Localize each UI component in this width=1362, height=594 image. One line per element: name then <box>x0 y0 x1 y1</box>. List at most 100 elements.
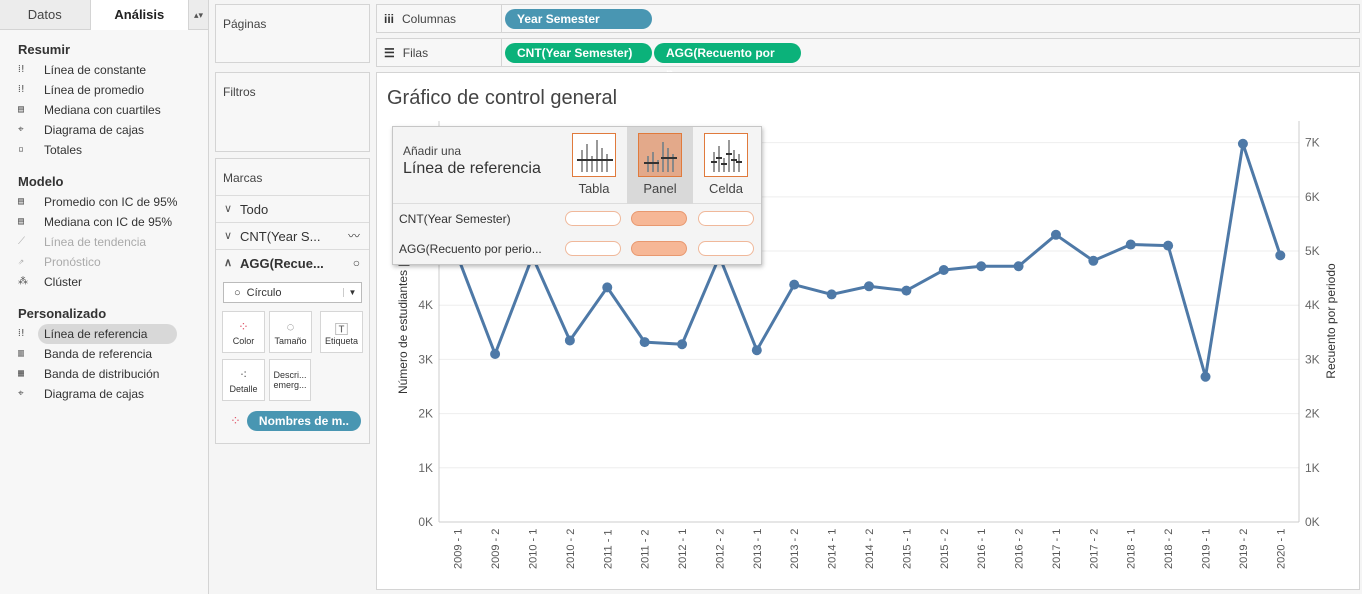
y-tick-left: 3K <box>418 352 433 366</box>
average-line-icon: ⁞! <box>18 84 26 95</box>
tooltip-button-label: Descri... emerg... <box>273 370 307 390</box>
data-point[interactable] <box>938 265 949 276</box>
x-tick-label: 2014 - 1 <box>827 529 839 569</box>
data-point[interactable] <box>602 282 613 293</box>
x-tick-label: 2019 - 1 <box>1201 529 1213 569</box>
median-ci-icon: ▤ <box>18 216 24 227</box>
agg-recuento-pill[interactable]: AGG(Recuento por p.. <box>654 42 801 80</box>
modelo-item-3[interactable]: ⇗ Pronóstico <box>0 252 208 272</box>
reference-line-prompt: Añadir una Línea de referencia <box>403 144 541 178</box>
drop-target-table-agg[interactable] <box>565 241 621 256</box>
modelo-item-1[interactable]: ▤ Mediana con IC de 95% <box>0 212 208 232</box>
resumir-item-0[interactable]: ⁞! Línea de constante <box>0 60 208 80</box>
modelo-item-2[interactable]: ⟋ Línea de tendencia <box>0 232 208 252</box>
drop-target-cell-agg[interactable] <box>698 241 754 256</box>
modelo-item-label: Mediana con IC de 95% <box>44 215 173 229</box>
data-point[interactable] <box>677 339 688 350</box>
data-point[interactable] <box>789 279 800 290</box>
data-point[interactable] <box>1275 250 1286 261</box>
scope-table-option[interactable]: Tabla <box>561 127 627 204</box>
option-cell-label: Celda <box>709 181 743 196</box>
marks-cnt-row[interactable]: ∨ CNT(Year S... 〰 <box>216 222 369 249</box>
resumir-item-3[interactable]: ⌖ Diagrama de cajas <box>0 120 208 140</box>
data-point[interactable] <box>864 281 874 292</box>
data-point[interactable] <box>564 335 575 346</box>
rows-shelf[interactable]: ☰ Filas CNT(Year Semester) AGG(Recuento … <box>376 38 1360 80</box>
label-button[interactable]: 🅃 Etiqueta <box>320 311 363 353</box>
resumir-item-label: Diagrama de cajas <box>44 123 145 137</box>
data-point[interactable] <box>976 261 987 272</box>
mark-type-value: Círculo <box>246 286 282 299</box>
filters-card[interactable]: Filtros <box>215 72 370 152</box>
personalizado-item-label: Diagrama de cajas <box>44 387 145 401</box>
color-button[interactable]: ⁘ Color <box>222 311 265 353</box>
data-point[interactable] <box>1125 239 1136 250</box>
tab-analisis[interactable]: Análisis <box>89 0 190 30</box>
personalizado-item-3[interactable]: ⌖ Diagrama de cajas <box>0 384 208 404</box>
scope-panel-option[interactable]: Panel <box>627 127 693 204</box>
tooltip-button[interactable]: Descri... emerg... <box>269 359 311 401</box>
data-point[interactable] <box>1237 138 1248 149</box>
columns-text: Columnas <box>402 11 457 26</box>
marks-agg-row[interactable]: ∧ AGG(Recue... ○ <box>216 249 369 276</box>
y-axis-title-right: Recuento por periodo <box>1324 263 1338 379</box>
reference-line-dropzone: Añadir una Línea de referencia Tabla Pan… <box>392 126 762 265</box>
mark-type-select[interactable]: ○ Círculo ▼ <box>223 282 362 303</box>
drop-target-table-cnt[interactable] <box>565 211 621 226</box>
cnt-year-semester-pill[interactable]: CNT(Year Semester) <box>505 42 652 63</box>
modelo-item-0[interactable]: ▤ Promedio con IC de 95% <box>0 192 208 212</box>
resumir-item-2[interactable]: ▤ Mediana con cuartiles <box>0 100 208 120</box>
resumir-item-label: Línea de constante <box>44 63 147 77</box>
x-tick-label: 2020 - 1 <box>1275 529 1287 569</box>
reference-row-agg: AGG(Recuento por perio... <box>393 234 761 264</box>
columns-label: iii Columnas <box>377 5 502 32</box>
data-point[interactable] <box>1200 371 1211 382</box>
y-axis-title-left: Número de estudiantes [K] <box>396 252 410 394</box>
section-personalizado: Personalizado <box>18 306 107 321</box>
data-point[interactable] <box>826 289 837 300</box>
drop-target-cell-cnt[interactable] <box>698 211 754 226</box>
data-point[interactable] <box>1013 261 1024 272</box>
shelves-column: Páginas Filtros Marcas ∨ Todo ∨ CNT(Year… <box>215 0 370 450</box>
size-button[interactable]: ◌ Tamaño <box>269 311 312 353</box>
marks-all-row[interactable]: ∨ Todo <box>216 195 369 222</box>
columns-icon: iii <box>384 11 395 26</box>
measure-names-pill[interactable]: Nombres de m.. <box>246 411 361 431</box>
resumir-item-4[interactable]: ▫ Totales <box>0 140 208 160</box>
x-tick-label: 2016 - 1 <box>976 529 988 569</box>
reference-band-icon: ▥ <box>18 348 24 359</box>
data-point[interactable] <box>751 345 762 356</box>
reference-row-cnt: CNT(Year Semester) <box>393 204 761 234</box>
median-quartiles-icon: ▤ <box>18 104 24 115</box>
pane-tabs: Datos Análisis ▴▾ <box>0 0 208 30</box>
resumir-item-label: Mediana con cuartiles <box>44 103 161 117</box>
data-point[interactable] <box>639 337 650 348</box>
drop-target-panel-agg[interactable] <box>631 241 687 256</box>
data-point[interactable] <box>1163 240 1174 251</box>
pane-menu-arrow-icon[interactable]: ▴▾ <box>189 0 208 30</box>
detail-button[interactable]: ⁖ Detalle <box>222 359 265 401</box>
resumir-item-1[interactable]: ⁞! Línea de promedio <box>0 80 208 100</box>
personalizado-item-1[interactable]: ▥ Banda de referencia <box>0 344 208 364</box>
scope-cell-option[interactable]: Celda <box>693 127 759 204</box>
x-tick-label: 2018 - 1 <box>1126 529 1138 569</box>
average-ci-icon: ▤ <box>18 196 24 207</box>
columns-shelf[interactable]: iii Columnas Year Semester <box>376 4 1360 33</box>
data-point[interactable] <box>901 285 912 296</box>
personalizado-item-2[interactable]: ▦ Banda de distribución <box>0 364 208 384</box>
size-icon: ◌ <box>286 318 295 334</box>
modelo-item-4[interactable]: ⁂ Clúster <box>0 272 208 292</box>
personalizado-item-0[interactable]: ⁞! Línea de referencia <box>0 324 208 344</box>
year-semester-pill[interactable]: Year Semester <box>505 8 652 29</box>
data-point[interactable] <box>490 349 501 360</box>
tab-datos[interactable]: Datos <box>0 0 90 30</box>
mark-buttons: ⁘ Color ◌ Tamaño 🅃 Etiqueta ⁖ Detalle De… <box>216 309 369 403</box>
x-tick-label: 2011 - 1 <box>602 529 614 569</box>
pages-card[interactable]: Páginas <box>215 4 370 63</box>
data-point[interactable] <box>1088 255 1099 266</box>
y-tick-left: 2K <box>418 407 433 421</box>
x-tick-label: 2015 - 2 <box>939 529 951 569</box>
data-point[interactable] <box>1050 229 1061 240</box>
x-tick-label: 2015 - 1 <box>901 529 913 569</box>
drop-target-panel-cnt[interactable] <box>631 211 687 226</box>
